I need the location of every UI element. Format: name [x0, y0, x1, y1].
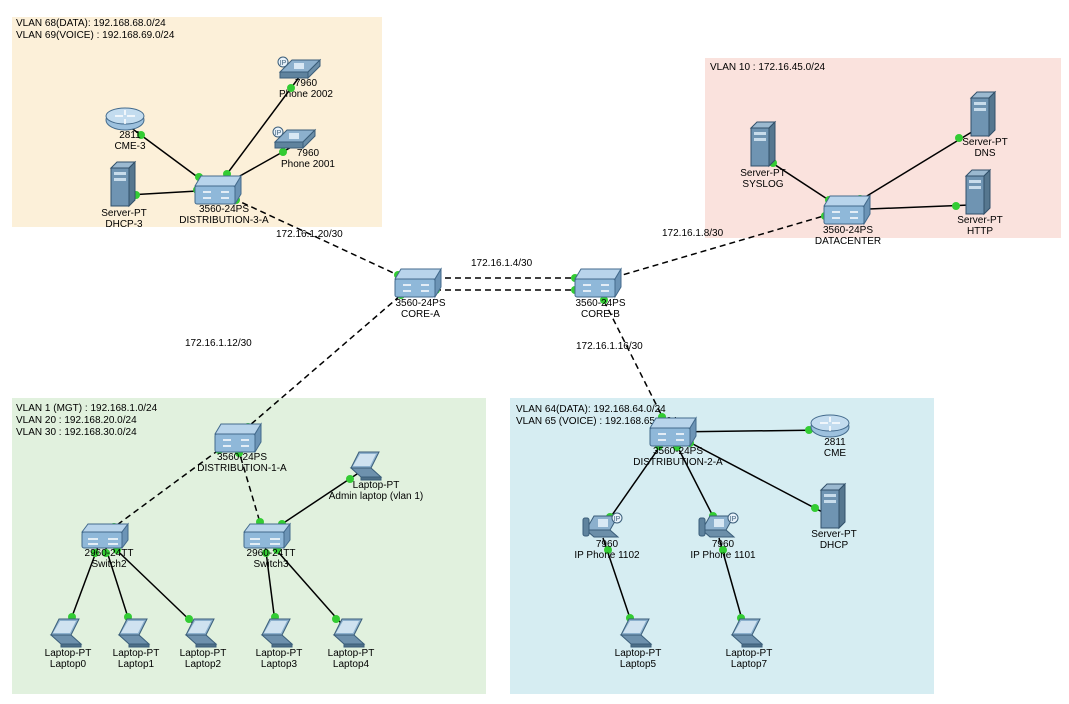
device-datacenter[interactable]: 3560-24PSDATACENTER	[803, 225, 893, 247]
link-label-dist3a-corea: 172.16.1.20/30	[276, 229, 343, 240]
device-ipphone-1101[interactable]: 7960IP Phone 1101	[683, 539, 763, 561]
device-switch2[interactable]: 2960-24TTSwitch2	[73, 548, 145, 570]
device-laptop3[interactable]: Laptop-PTLaptop3	[249, 648, 309, 670]
device-dns[interactable]: Server-PTDNS	[955, 137, 1015, 159]
device-phone-2001[interactable]: 7960Phone 2001	[272, 148, 344, 170]
device-admin-laptop[interactable]: Laptop-PTAdmin laptop (vlan 1)	[316, 480, 436, 502]
device-dist-1a[interactable]: 3560-24PSDISTRIBUTION-1-A	[187, 452, 297, 474]
device-core-a[interactable]: 3560-24PSCORE-A	[383, 298, 458, 320]
device-dhcp[interactable]: Server-PTDHCP	[804, 529, 864, 551]
link-label-coreb-dist2a: 172.16.1.16/30	[576, 341, 643, 352]
link-label-coreb-dc: 172.16.1.8/30	[662, 228, 723, 239]
device-laptop0[interactable]: Laptop-PTLaptop0	[38, 648, 98, 670]
device-laptop1[interactable]: Laptop-PTLaptop1	[106, 648, 166, 670]
device-dist-3a[interactable]: 3560-24PSDISTRIBUTION-3-A	[169, 204, 279, 226]
device-phone-2002[interactable]: 7960Phone 2002	[276, 78, 336, 100]
device-laptop2[interactable]: Laptop-PTLaptop2	[173, 648, 233, 670]
topology-links	[0, 0, 1069, 704]
device-http[interactable]: Server-PTHTTP	[950, 215, 1010, 237]
device-switch3[interactable]: 2960-24TTSwitch3	[235, 548, 307, 570]
link-label-corea-coreb: 172.16.1.4/30	[471, 258, 532, 269]
link-label-corea-dist1a: 172.16.1.12/30	[185, 338, 252, 349]
device-laptop5[interactable]: Laptop-PTLaptop5	[608, 648, 668, 670]
device-dhcp-3[interactable]: Server-PTDHCP-3	[94, 208, 154, 230]
device-laptop7[interactable]: Laptop-PTLaptop7	[719, 648, 779, 670]
device-dist-2a[interactable]: 3560-24PSDISTRIBUTION-2-A	[623, 446, 733, 468]
device-laptop4[interactable]: Laptop-PTLaptop4	[321, 648, 381, 670]
device-ipphone-1102[interactable]: 7960IP Phone 1102	[567, 539, 647, 561]
device-cme-3[interactable]: 2811CME-3	[105, 130, 155, 152]
device-core-b[interactable]: 3560-24PSCORE-B	[563, 298, 638, 320]
device-syslog[interactable]: Server-PTSYSLOG	[732, 168, 794, 190]
device-cme[interactable]: 2811CME	[810, 437, 860, 459]
